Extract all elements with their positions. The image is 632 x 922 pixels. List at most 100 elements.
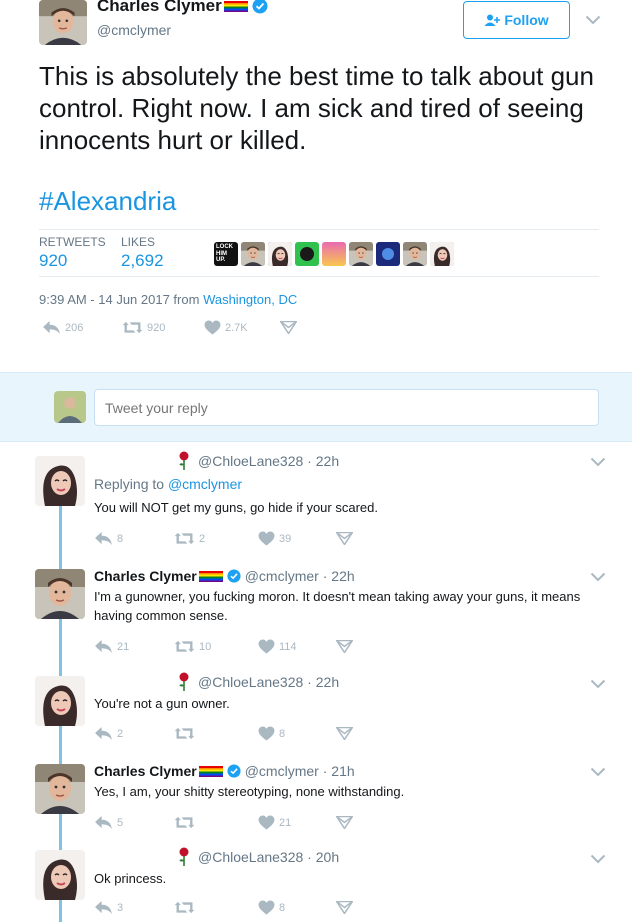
reply-handle[interactable]: @ChloeLane328 [198, 453, 303, 469]
heart-icon [258, 531, 275, 546]
rose-icon [178, 672, 190, 692]
reply-input[interactable] [94, 389, 599, 426]
direct-message-icon [336, 816, 353, 829]
direct-message-action[interactable] [336, 901, 353, 914]
reply-name[interactable]: Charles Clymer [94, 568, 197, 584]
author-name[interactable]: Charles Clymer [97, 0, 222, 16]
like-action[interactable]: 21 [258, 815, 336, 830]
direct-message-icon [336, 532, 353, 545]
author-handle[interactable]: @cmclymer [97, 22, 171, 38]
reply-action[interactable]: 3 [94, 900, 174, 915]
author-name-row[interactable]: Charles Clymer [97, 0, 268, 16]
replying-to-link[interactable]: @cmclymer [168, 476, 242, 492]
chevron-down-icon[interactable] [590, 679, 606, 689]
reply-handle[interactable]: @cmclymer [245, 763, 319, 779]
reply-avatar[interactable] [35, 850, 85, 900]
direct-message-icon [336, 640, 353, 653]
retweet-action[interactable]: 2 [174, 531, 258, 546]
likes-label: LIKES [121, 235, 156, 249]
thread-line [59, 756, 62, 764]
reply-text: Yes, I am, your shitty stereotyping, non… [94, 784, 405, 799]
direct-message-icon [336, 727, 353, 740]
follow-button[interactable]: Follow [463, 1, 570, 39]
reply-tweet[interactable]: Charles Clymer @cmclymer · 21h Yes, I am… [0, 756, 632, 844]
retweet-action[interactable] [174, 726, 258, 741]
tweet-text: This is absolutely the best time to talk… [39, 61, 594, 155]
reply-time[interactable]: 22h [316, 674, 339, 690]
reply-action[interactable]: 5 [94, 815, 174, 830]
direct-message-icon [280, 321, 297, 334]
direct-message-action[interactable] [336, 640, 353, 653]
liker-avatar[interactable] [268, 242, 292, 266]
author-avatar[interactable] [39, 0, 87, 45]
chevron-down-icon[interactable] [590, 457, 606, 467]
retweet-icon [174, 531, 195, 546]
heart-icon [258, 900, 275, 915]
retweet-action[interactable]: 10 [174, 639, 258, 654]
replying-prefix: Replying to [94, 476, 165, 492]
reply-avatar[interactable] [35, 676, 85, 726]
liker-avatar[interactable] [349, 242, 373, 266]
reply-count: 8 [117, 532, 124, 545]
reply-time[interactable]: 22h [331, 568, 354, 584]
chevron-down-icon[interactable] [585, 15, 601, 25]
reply-icon [42, 320, 61, 335]
like-count: 8 [279, 727, 286, 740]
reply-time[interactable]: 22h [316, 453, 339, 469]
reply-action[interactable]: 21 [94, 639, 174, 654]
like-action[interactable]: 114 [258, 639, 336, 654]
liker-avatar[interactable] [241, 242, 265, 266]
retweet-action[interactable]: 920 [122, 320, 204, 335]
liker-avatar[interactable] [376, 242, 400, 266]
location-link[interactable]: Washington, DC [203, 292, 297, 307]
liker-avatar[interactable] [403, 242, 427, 266]
direct-message-action[interactable] [280, 321, 297, 334]
direct-message-action[interactable] [336, 816, 353, 829]
reply-count: 2 [117, 727, 124, 740]
reply-handle[interactable]: @cmclymer [245, 568, 319, 584]
heart-icon [258, 815, 275, 830]
reply-avatar[interactable] [35, 456, 85, 506]
reply-action[interactable]: 2 [94, 726, 174, 741]
reply-time[interactable]: 20h [316, 849, 339, 865]
hashtag-link[interactable]: #Alexandria [39, 186, 176, 217]
chevron-down-icon[interactable] [590, 767, 606, 777]
reply-handle[interactable]: @ChloeLane328 [198, 674, 303, 690]
reply-avatar[interactable] [35, 764, 85, 814]
retweet-icon [174, 726, 195, 741]
direct-message-action[interactable] [336, 532, 353, 545]
reply-tweet[interactable]: @ChloeLane328 · 22h Replying to @cmclyme… [0, 443, 632, 556]
reply-tweet[interactable]: @ChloeLane328 · 22h You're not a gun own… [0, 668, 632, 756]
reply-tweet[interactable]: Charles Clymer @cmclymer · 22h I'm a gun… [0, 556, 632, 668]
like-action[interactable]: 8 [258, 726, 336, 741]
like-action[interactable]: 39 [258, 531, 336, 546]
liker-avatar[interactable]: LOCK HIM UP. [214, 242, 238, 266]
thread-line [59, 619, 62, 668]
reply-avatar[interactable] [35, 569, 85, 619]
reply-action[interactable]: 8 [94, 531, 174, 546]
chevron-down-icon[interactable] [590, 572, 606, 582]
reply-header: @ChloeLane328 · 22h [94, 451, 339, 471]
reply-actions: 3 8 [94, 900, 353, 915]
reply-handle[interactable]: @ChloeLane328 [198, 849, 303, 865]
like-action[interactable]: 2.7K [204, 320, 280, 335]
likes-count[interactable]: 2,692 [121, 251, 164, 271]
liker-avatar[interactable] [322, 242, 346, 266]
reply-action[interactable]: 206 [42, 320, 122, 335]
reply-time[interactable]: 21h [331, 763, 354, 779]
liker-avatar[interactable] [295, 242, 319, 266]
rainbow-flag-icon [223, 0, 248, 12]
timestamp-text: 9:39 AM - 14 Jun 2017 from [39, 292, 200, 307]
retweet-action[interactable] [174, 900, 258, 915]
like-action[interactable]: 8 [258, 900, 336, 915]
retweet-action[interactable] [174, 815, 258, 830]
reply-tweet[interactable]: @ChloeLane328 · 20h Ok princess. 3 8 [0, 844, 632, 922]
direct-message-action[interactable] [336, 727, 353, 740]
verified-badge-icon [227, 764, 241, 778]
reply-name[interactable]: Charles Clymer [94, 763, 197, 779]
liker-avatar[interactable] [430, 242, 454, 266]
chevron-down-icon[interactable] [590, 854, 606, 864]
retweets-count[interactable]: 920 [39, 251, 67, 271]
like-count: 8 [279, 901, 286, 914]
reply-count: 21 [117, 640, 130, 653]
